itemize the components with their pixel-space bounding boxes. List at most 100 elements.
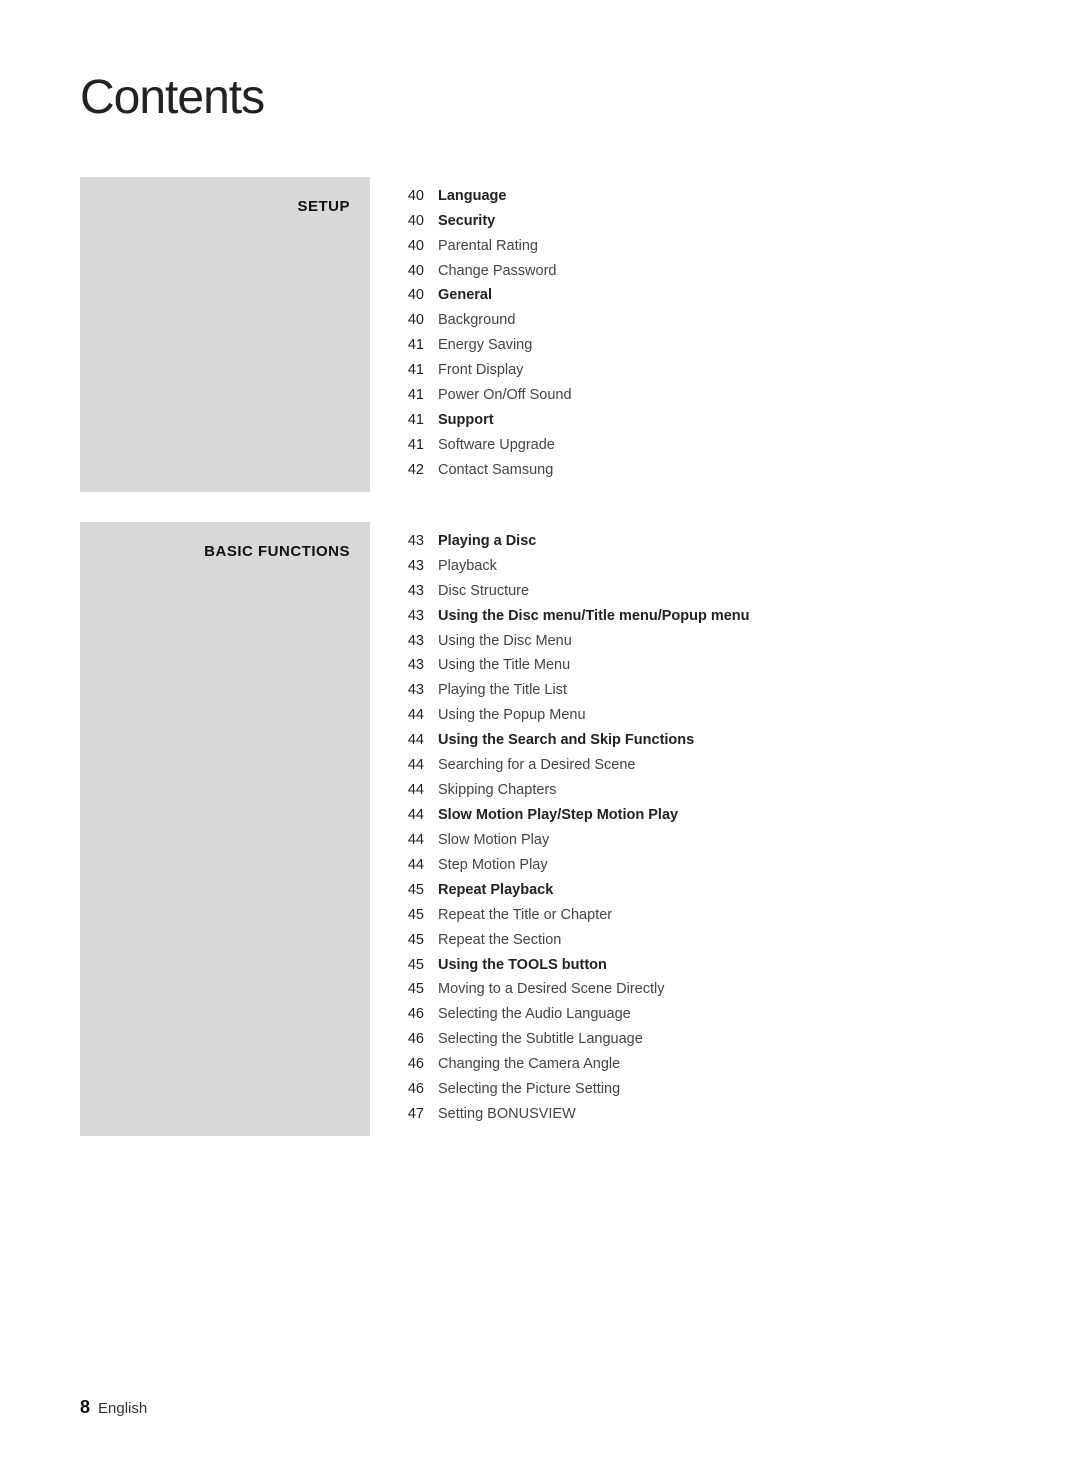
toc-entry-text: Moving to a Desired Scene Directly — [438, 978, 664, 1002]
toc-entry-text: Skipping Chapters — [438, 779, 557, 803]
toc-entry: 41Power On/Off Sound — [400, 384, 1000, 408]
section-content-basic-functions: 43Playing a Disc43Playback43Disc Structu… — [370, 522, 1000, 1136]
toc-entry-text: Security — [438, 210, 495, 234]
footer: 8 English — [80, 1393, 147, 1422]
toc-entry: 43Using the Disc Menu — [400, 630, 1000, 654]
toc-entry: 44Using the Popup Menu — [400, 704, 1000, 728]
toc-page-number: 41 — [400, 409, 438, 433]
toc-entry-text: Using the Popup Menu — [438, 704, 586, 728]
toc-page-number: 40 — [400, 309, 438, 333]
toc-entry-text: Change Password — [438, 260, 557, 284]
toc-entry-text: Setting BONUSVIEW — [438, 1103, 576, 1127]
toc-page-number: 43 — [400, 630, 438, 654]
toc-entry-text: Changing the Camera Angle — [438, 1053, 620, 1077]
toc-page-number: 40 — [400, 284, 438, 308]
toc-entry-text: Playing the Title List — [438, 679, 567, 703]
toc-page-number: 41 — [400, 434, 438, 458]
toc-page-number: 45 — [400, 978, 438, 1002]
section-label-setup: SETUP — [80, 177, 370, 492]
toc-entry: 43Disc Structure — [400, 580, 1000, 604]
section-content-setup: 40Language40Security40Parental Rating40C… — [370, 177, 1000, 492]
toc-entry-text: Slow Motion Play — [438, 829, 549, 853]
toc-entry: 46Selecting the Audio Language — [400, 1003, 1000, 1027]
toc-entry: 44Skipping Chapters — [400, 779, 1000, 803]
toc-entry-text: Repeat the Section — [438, 929, 561, 953]
toc-entry: 40Security — [400, 210, 1000, 234]
toc-entry-text: Disc Structure — [438, 580, 529, 604]
toc-page-number: 44 — [400, 779, 438, 803]
toc-entry: 44Slow Motion Play/Step Motion Play — [400, 804, 1000, 828]
toc-entry-text: Selecting the Picture Setting — [438, 1078, 620, 1102]
toc-entry-text: Energy Saving — [438, 334, 532, 358]
toc-entry: 41Energy Saving — [400, 334, 1000, 358]
toc-page-number: 46 — [400, 1078, 438, 1102]
toc-page-number: 45 — [400, 954, 438, 978]
toc-entry-text: Using the Title Menu — [438, 654, 570, 678]
toc-page-number: 46 — [400, 1028, 438, 1052]
page-title: Contents — [80, 60, 1000, 137]
toc-entry: 40Language — [400, 185, 1000, 209]
toc-entry: 43Playback — [400, 555, 1000, 579]
toc-entry-text: Software Upgrade — [438, 434, 555, 458]
toc-entry: 45Using the TOOLS button — [400, 954, 1000, 978]
toc-page-number: 45 — [400, 929, 438, 953]
toc-page-number: 44 — [400, 704, 438, 728]
toc-page-number: 40 — [400, 185, 438, 209]
toc-entry: 40General — [400, 284, 1000, 308]
toc-page-number: 44 — [400, 754, 438, 778]
toc-entry-text: Support — [438, 409, 494, 433]
toc-page-number: 44 — [400, 729, 438, 753]
toc-entry: 40Change Password — [400, 260, 1000, 284]
toc-entry: 46Changing the Camera Angle — [400, 1053, 1000, 1077]
footer-language: English — [98, 1397, 147, 1421]
toc-entry: 43Using the Disc menu/Title menu/Popup m… — [400, 605, 1000, 629]
toc-entry: 43Using the Title Menu — [400, 654, 1000, 678]
toc-page-number: 40 — [400, 210, 438, 234]
toc-entry-text: Selecting the Audio Language — [438, 1003, 631, 1027]
toc-page-number: 46 — [400, 1053, 438, 1077]
toc-entry: 45Moving to a Desired Scene Directly — [400, 978, 1000, 1002]
toc-entry: 45Repeat the Title or Chapter — [400, 904, 1000, 928]
toc-entry-text: Playing a Disc — [438, 530, 536, 554]
toc-entry-text: Selecting the Subtitle Language — [438, 1028, 643, 1052]
footer-page-number: 8 — [80, 1393, 90, 1422]
toc-page-number: 45 — [400, 879, 438, 903]
toc-entry: 44Searching for a Desired Scene — [400, 754, 1000, 778]
toc-page-number: 43 — [400, 555, 438, 579]
toc-entry-text: Parental Rating — [438, 235, 538, 259]
toc-entry-text: Searching for a Desired Scene — [438, 754, 635, 778]
toc-page-number: 43 — [400, 679, 438, 703]
toc-page-number: 46 — [400, 1003, 438, 1027]
toc-entry-text: Background — [438, 309, 515, 333]
toc-entry: 45Repeat the Section — [400, 929, 1000, 953]
toc-sections: SETUP40Language40Security40Parental Rati… — [80, 177, 1000, 1136]
toc-page-number: 40 — [400, 235, 438, 259]
toc-entry-text: Contact Samsung — [438, 459, 553, 483]
toc-entry-text: General — [438, 284, 492, 308]
toc-entry: 43Playing the Title List — [400, 679, 1000, 703]
toc-entry: 40Parental Rating — [400, 235, 1000, 259]
toc-entry-text: Repeat Playback — [438, 879, 553, 903]
toc-entry-text: Slow Motion Play/Step Motion Play — [438, 804, 678, 828]
toc-entry: 44Slow Motion Play — [400, 829, 1000, 853]
toc-page-number: 43 — [400, 654, 438, 678]
toc-entry: 41Support — [400, 409, 1000, 433]
toc-entry: 41Front Display — [400, 359, 1000, 383]
toc-page-number: 44 — [400, 854, 438, 878]
toc-entry-text: Using the Disc menu/Title menu/Popup men… — [438, 605, 750, 629]
toc-entry-text: Repeat the Title or Chapter — [438, 904, 612, 928]
toc-page-number: 44 — [400, 829, 438, 853]
toc-page-number: 42 — [400, 459, 438, 483]
toc-entry-text: Power On/Off Sound — [438, 384, 572, 408]
toc-entry: 44Step Motion Play — [400, 854, 1000, 878]
toc-page-number: 43 — [400, 530, 438, 554]
toc-entry: 41Software Upgrade — [400, 434, 1000, 458]
toc-page-number: 45 — [400, 904, 438, 928]
toc-entry-text: Using the Disc Menu — [438, 630, 572, 654]
toc-entry: 46Selecting the Picture Setting — [400, 1078, 1000, 1102]
toc-entry-text: Using the Search and Skip Functions — [438, 729, 694, 753]
toc-page-number: 40 — [400, 260, 438, 284]
toc-entry: 40Background — [400, 309, 1000, 333]
toc-page-number: 43 — [400, 580, 438, 604]
toc-page-number: 43 — [400, 605, 438, 629]
